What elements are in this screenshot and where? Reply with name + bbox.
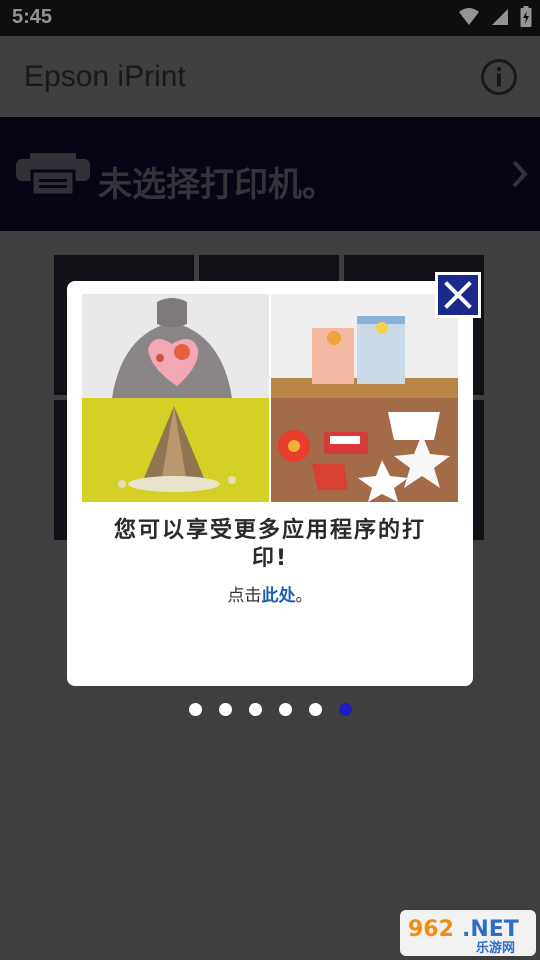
promo-link[interactable]: 此处 bbox=[262, 586, 296, 606]
page-dot[interactable] bbox=[279, 703, 292, 716]
svg-text:.NET: .NET bbox=[462, 917, 519, 942]
page-dot[interactable] bbox=[189, 703, 202, 716]
page-dot[interactable] bbox=[219, 703, 232, 716]
close-icon bbox=[444, 281, 472, 309]
page-dot-active[interactable] bbox=[339, 703, 352, 716]
promo-subtitle-suffix: 。 bbox=[295, 586, 313, 606]
app-screen: 5:45 Epson iPrint 未选择打印机。 您可以享受更多应用程序的打印… bbox=[0, 0, 540, 960]
promo-subtitle-prefix: 点击 bbox=[227, 586, 262, 606]
promo-title: 您可以享受更多应用程序的打印! bbox=[113, 518, 426, 571]
page-dot[interactable] bbox=[249, 703, 262, 716]
promo-popup: 您可以享受更多应用程序的打印! 点击此处。 bbox=[67, 281, 473, 686]
page-indicator bbox=[0, 703, 540, 717]
svg-text:乐游网: 乐游网 bbox=[476, 940, 515, 956]
promo-image-collage bbox=[82, 294, 458, 502]
page-dot[interactable] bbox=[309, 703, 322, 716]
watermark-logo: 962 .NET 乐游网 bbox=[400, 910, 536, 956]
close-button[interactable] bbox=[435, 272, 481, 318]
close-button-fill bbox=[438, 275, 478, 315]
svg-text:962: 962 bbox=[408, 917, 454, 942]
promo-subtitle: 点击此处。 bbox=[67, 581, 473, 606]
